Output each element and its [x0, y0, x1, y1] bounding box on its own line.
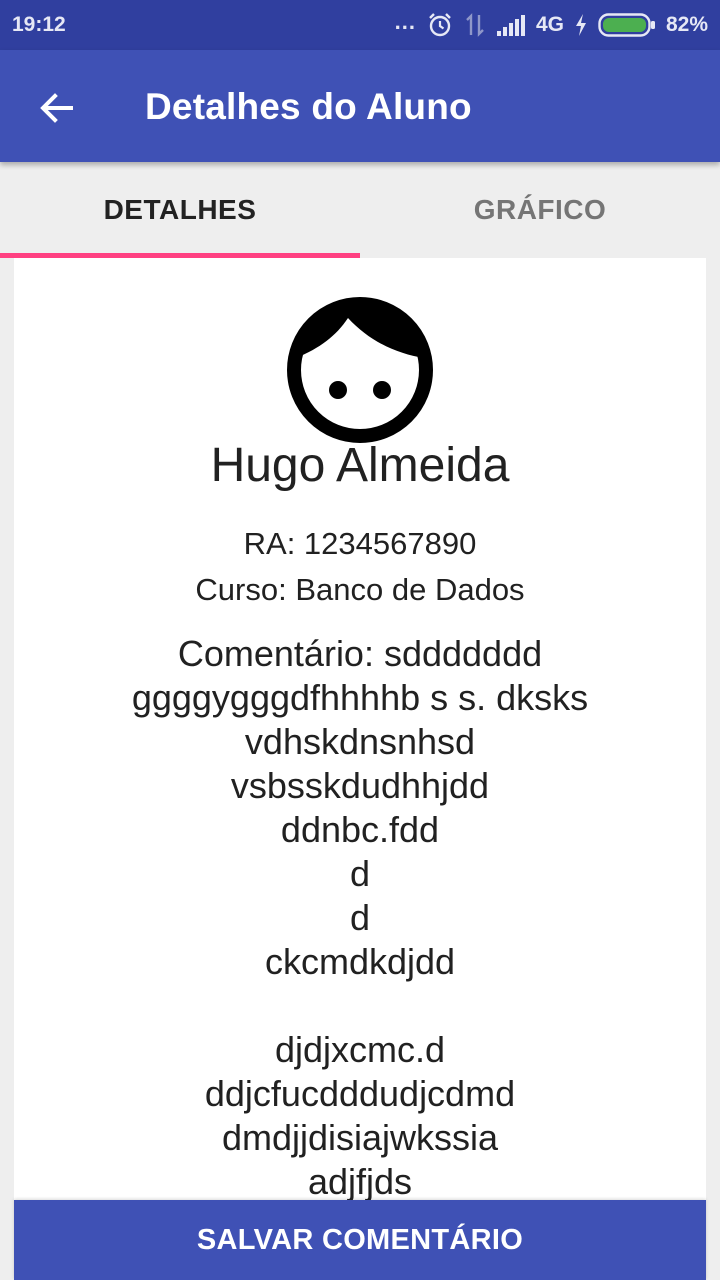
signal-icon [496, 15, 525, 36]
tab-detalhes[interactable]: DETALHES [0, 162, 360, 258]
tab-bar: DETALHES GRÁFICO [0, 162, 720, 258]
tab-detalhes-label: DETALHES [103, 194, 257, 225]
data-transfer-icon [466, 13, 484, 37]
battery-icon [598, 13, 655, 37]
student-name: Hugo Almeida [210, 439, 510, 492]
face-icon [287, 297, 433, 443]
student-comment: Comentário: sddddddd ggggygggdfhhhhb s s… [131, 633, 589, 1200]
student-details-card: Hugo Almeida RA: 1234567890 Curso: Banco… [14, 258, 706, 1200]
status-time: 19:12 [12, 13, 66, 36]
page-title: Detalhes do Aluno [145, 86, 472, 127]
tab-grafico-label: GRÁFICO [473, 194, 607, 225]
status-icons: ... 4G 82% [394, 9, 708, 39]
save-comment-button[interactable]: SALVAR COMENTÁRIO [14, 1200, 706, 1280]
back-button[interactable] [30, 82, 82, 134]
network-type: 4G [535, 13, 564, 36]
app-bar: Detalhes do Aluno [0, 50, 720, 162]
status-dots: ... [394, 9, 416, 34]
alarm-icon [429, 13, 451, 37]
student-course: Curso: Banco de Dados [195, 572, 525, 607]
student-ra: RA: 1234567890 [243, 526, 477, 561]
charging-icon [575, 14, 586, 36]
battery-percent: 82% [665, 13, 708, 36]
arrow-back-icon [40, 93, 73, 123]
tab-grafico[interactable]: GRÁFICO [360, 162, 720, 258]
status-bar: 19:12 ... 4G 82% [0, 0, 720, 50]
